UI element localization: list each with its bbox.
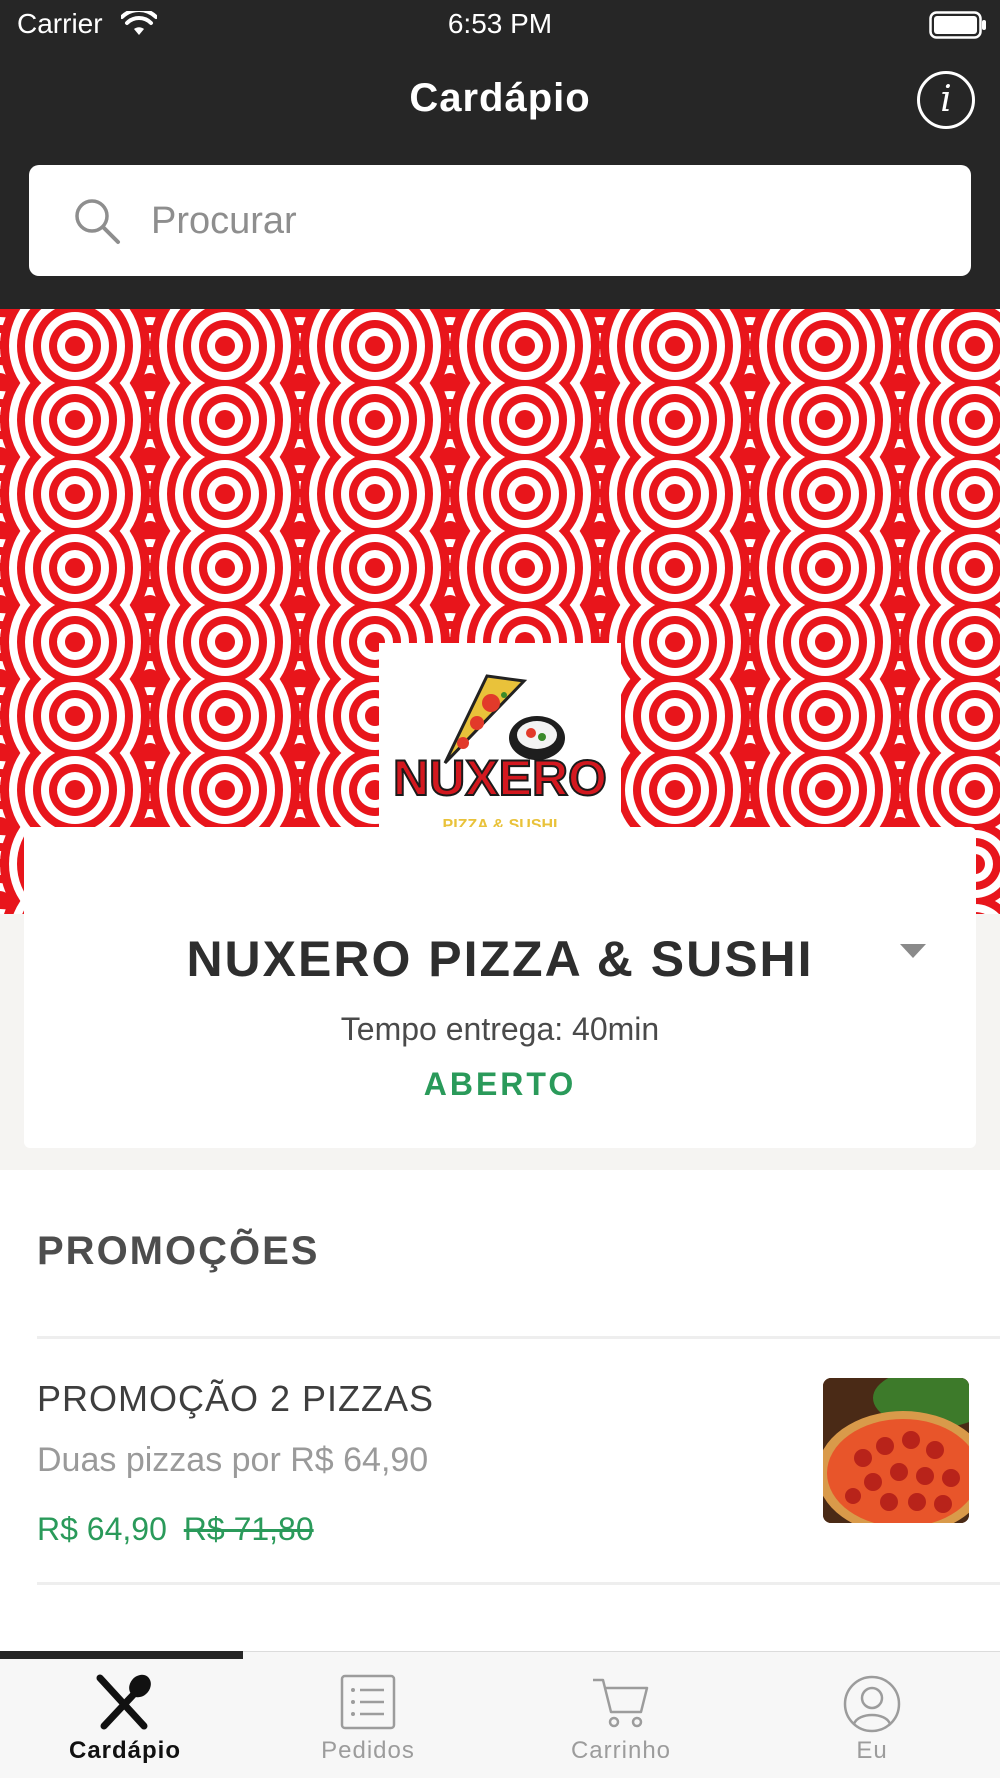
page-title: Cardápio bbox=[409, 76, 591, 120]
promo-price-row: R$ 64,90 R$ 71,80 bbox=[37, 1511, 314, 1548]
tab-label: Eu bbox=[856, 1737, 888, 1764]
promo-old-price: R$ 71,80 bbox=[183, 1511, 314, 1547]
promo-description: Duas pizzas por R$ 64,90 bbox=[37, 1441, 429, 1479]
section-title-promotions: PROMOÇÕES bbox=[37, 1229, 320, 1273]
tab-label: Pedidos bbox=[321, 1737, 415, 1764]
promo-image bbox=[823, 1378, 969, 1523]
search-icon bbox=[73, 197, 121, 250]
status-time: 6:53 PM bbox=[447, 8, 553, 39]
status-badge: ABERTO bbox=[423, 1066, 577, 1102]
tab-carrinho[interactable]: Carrinho bbox=[496, 1652, 746, 1779]
divider bbox=[37, 1582, 1000, 1585]
promo-price: R$ 64,90 bbox=[37, 1511, 167, 1547]
restaurant-info-card: NUXERO PIZZA & SUSHI Tempo entrega: 40mi… bbox=[24, 827, 976, 1148]
status-bar: Carrier 6:53 PM bbox=[0, 0, 1000, 50]
list-item[interactable]: PROMOÇÃO 2 PIZZAS Duas pizzas por R$ 64,… bbox=[0, 1342, 1000, 1582]
tab-eu[interactable]: Eu bbox=[747, 1652, 997, 1779]
tab-pedidos[interactable]: Pedidos bbox=[243, 1652, 493, 1779]
tab-label: Cardápio bbox=[68, 1737, 181, 1764]
tab-label: Carrinho bbox=[570, 1737, 672, 1764]
search-bar[interactable] bbox=[29, 165, 971, 276]
restaurant-name: NUXERO PIZZA & SUSHI bbox=[186, 931, 814, 987]
search-input[interactable] bbox=[149, 189, 933, 253]
restaurant-logo: NUXERO PIZZA & SUSHI bbox=[379, 643, 621, 843]
list-icon bbox=[243, 1674, 493, 1730]
divider bbox=[37, 1336, 1000, 1339]
user-icon bbox=[747, 1674, 997, 1734]
promo-name: PROMOÇÃO 2 PIZZAS bbox=[37, 1378, 435, 1419]
info-icon[interactable]: i bbox=[917, 71, 975, 129]
chevron-down-icon[interactable] bbox=[900, 944, 926, 965]
battery-icon bbox=[929, 11, 987, 44]
delivery-time: Tempo entrega: 40min bbox=[340, 1011, 660, 1047]
cart-icon bbox=[496, 1674, 746, 1730]
tab-bar: Cardápio Pedidos Carrinho Eu bbox=[0, 1651, 1000, 1778]
logo-wordmark: NUXERO bbox=[393, 750, 607, 806]
tab-cardapio[interactable]: Cardápio bbox=[0, 1652, 250, 1779]
cutlery-icon bbox=[0, 1674, 250, 1730]
navigation-header: Carrier 6:53 PM Cardápio i bbox=[0, 0, 1000, 309]
